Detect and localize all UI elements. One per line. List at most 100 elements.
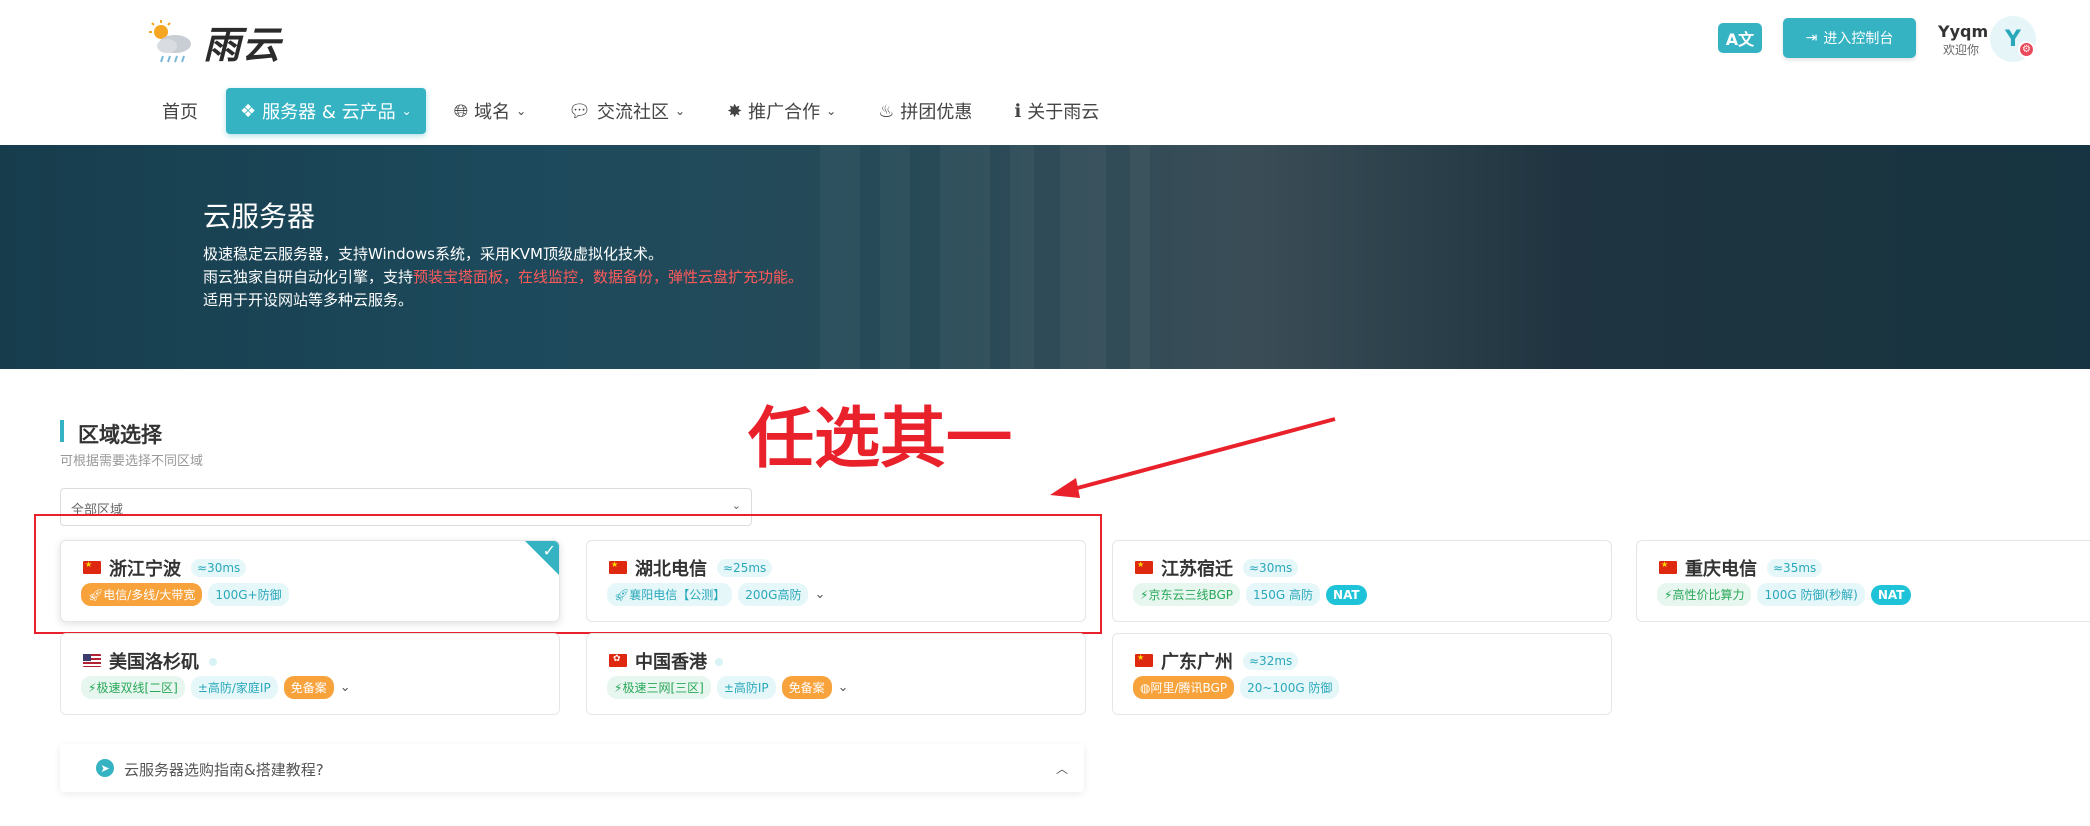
chevron-down-icon[interactable]: ⌄: [838, 680, 849, 695]
us-flag-icon: [83, 654, 101, 667]
region-card-jiangsu-suqian[interactable]: 江苏宿迁 ≈30ms ⚡︎京东云三线BGP 150G 高防 NAT: [1112, 540, 1612, 622]
banner-highlight: 预装宝塔面板，在线监控，数据备份，弹性云盘扩充功能。: [413, 268, 804, 286]
rocket-icon: 🚀︎: [88, 588, 104, 602]
ping-badge: ≈30ms: [1243, 559, 1299, 577]
banner-line-1: 极速稳定云服务器，支持Windows系统，采用KVM顶级虚拟化技术。: [203, 245, 664, 263]
tag-list: 🚀︎电信/多线/大带宽 100G+防御: [81, 583, 289, 606]
tag-text: 极速三网[三区]: [622, 681, 704, 695]
annotation-arrow: [1050, 417, 1336, 498]
language-switch-button[interactable]: A文: [1718, 23, 1762, 53]
chevron-down-icon[interactable]: ⌄: [814, 587, 825, 602]
status-dot: [209, 658, 217, 666]
nav-label: 域名: [474, 102, 511, 123]
region-name: 美国洛杉矶: [109, 652, 199, 673]
region-name: 江苏宿迁: [1161, 559, 1233, 580]
region-name: 重庆电信: [1685, 559, 1757, 580]
region-name: 广东广州: [1161, 652, 1233, 673]
banner-line-2: 雨云独家自研自动化引擎，支持预装宝塔面板，在线监控，数据备份，弹性云盘扩充功能。: [203, 266, 803, 287]
nav-item-community[interactable]: 💬︎ 交流社区 ⌄: [554, 88, 699, 134]
nav-item-group-deals[interactable]: ♨ 拼团优惠: [864, 88, 986, 134]
tag-line: ◍阿里/腾讯BGP: [1133, 676, 1235, 699]
ping-badge: ≈25ms: [717, 559, 773, 577]
tag-line: 🚀︎襄阳电信【公测】: [607, 583, 733, 606]
compass-icon: ➤: [96, 759, 114, 777]
region-card-guangdong-guangzhou[interactable]: 广东广州 ≈32ms ◍阿里/腾讯BGP 20~100G 防御: [1112, 633, 1612, 715]
settings-badge-icon: ⚙: [2018, 41, 2035, 58]
translate-icon: A文: [1725, 30, 1755, 49]
tag-list: ⚡︎极速双线[二区] ±高防/家庭IP 免备案 ⌄: [81, 676, 351, 699]
fire-icon: ♨: [878, 100, 895, 122]
user-welcome: 欢迎你: [1943, 43, 1980, 57]
tag-text: 京东云三线BGP: [1148, 588, 1233, 602]
tag-defense: 100G+防御: [208, 583, 289, 606]
nav-item-promotion[interactable]: ✸ 推广合作 ⌄: [713, 88, 850, 134]
console-label: 进入控制台: [1823, 31, 1894, 47]
china-flag-icon: [1659, 561, 1677, 574]
main-nav: 首页 ❖ 服务器 & 云产品 ⌄ 🌐︎ 域名 ⌄ 💬︎ 交流社区 ⌄ ✸ 推广合…: [148, 88, 1127, 134]
tag-list: ⚡︎京东云三线BGP 150G 高防 NAT: [1133, 583, 1367, 606]
section-title: 区域选择: [78, 423, 162, 447]
site-logo[interactable]: 雨云: [145, 14, 281, 69]
tag-text: 阿里/腾讯BGP: [1150, 681, 1228, 695]
ping-badge: ≈30ms: [191, 559, 247, 577]
region-card-chongqing-telecom[interactable]: 重庆电信 ≈35ms ⚡︎高性价比算力 100G 防御(秒解) NAT: [1636, 540, 2090, 622]
tag-nat: NAT: [1326, 584, 1367, 605]
tag-list: ⚡︎极速三网[三区] ±高防IP 免备案 ⌄: [607, 676, 849, 699]
banner-title: 云服务器: [203, 200, 316, 233]
tag-no-filing: 免备案: [781, 676, 832, 699]
guide-text: 云服务器选购指南&搭建教程?: [124, 761, 324, 779]
tag-no-filing: 免备案: [283, 676, 334, 699]
enter-console-button[interactable]: ⇥ 进入控制台: [1783, 18, 1916, 58]
banner-line-3: 适用于开设网站等多种云服务。: [203, 291, 414, 309]
logo-text: 雨云: [203, 25, 282, 67]
region-card-us-los-angeles[interactable]: 美国洛杉矶 ⚡︎极速双线[二区] ±高防/家庭IP 免备案 ⌄: [60, 633, 560, 715]
tag-text: 襄阳电信【公测】: [629, 588, 726, 602]
tag-defense: ±高防/家庭IP: [190, 676, 278, 699]
nav-item-servers[interactable]: ❖ 服务器 & 云产品 ⌄: [226, 88, 426, 134]
ping-badge: ≈32ms: [1243, 652, 1299, 670]
nav-item-about[interactable]: ℹ 关于雨云: [1000, 88, 1113, 134]
chevron-down-icon[interactable]: ⌄: [340, 680, 351, 695]
chevron-down-icon: ⌄: [401, 104, 412, 118]
nav-item-domains[interactable]: 🌐︎ 域名 ⌄: [440, 88, 540, 134]
tag-nat: NAT: [1870, 584, 1912, 605]
tag-defense: 200G高防: [738, 583, 809, 606]
handshake-icon: ✸: [727, 100, 743, 122]
chevron-down-icon: ⌄: [516, 104, 527, 118]
hk-flag-icon: [609, 653, 627, 667]
region-name: 中国香港: [635, 652, 707, 673]
region-card-hong-kong[interactable]: 中国香港 ⚡︎极速三网[三区] ±高防IP 免备案 ⌄: [586, 633, 1086, 715]
chevron-down-icon: ⌄: [826, 104, 837, 118]
globe-icon: 🌐︎: [453, 100, 469, 122]
chevron-down-icon: ⌄: [731, 499, 741, 512]
chevron-down-icon: ⌄: [675, 104, 686, 118]
tag-list: 🚀︎襄阳电信【公测】 200G高防 ⌄: [607, 583, 825, 606]
comment-icon: 💬︎: [568, 100, 592, 122]
ping-badge: ≈35ms: [1767, 559, 1823, 577]
tag-text: 电信/多线/大带宽: [103, 588, 196, 602]
region-name: 浙江宁波: [109, 559, 181, 580]
section-subtitle: 可根据需要选择不同区域: [60, 454, 204, 469]
cloud-sun-logo-icon: [149, 19, 191, 62]
status-dot: [715, 658, 723, 666]
tag-line: ⚡︎京东云三线BGP: [1133, 583, 1240, 606]
check-icon: ✓: [542, 541, 556, 560]
tag-text: 极速双线[二区]: [96, 681, 178, 695]
region-name: 湖北电信: [635, 559, 707, 580]
nav-label: 交流社区: [597, 102, 670, 123]
china-flag-icon: [83, 561, 101, 574]
globe-icon: ◍: [1140, 681, 1151, 695]
server-guide-accordion[interactable]: ➤ 云服务器选购指南&搭建教程? ︿: [60, 744, 1084, 792]
nav-item-home[interactable]: 首页: [148, 88, 212, 134]
user-name[interactable]: Yyqm: [1938, 22, 1988, 41]
tag-line: ⚡︎极速三网[三区]: [607, 676, 711, 699]
info-icon: ℹ: [1014, 100, 1022, 122]
hero-banner: 云服务器 极速稳定云服务器，支持Windows系统，采用KVM顶级虚拟化技术。 …: [0, 145, 2090, 369]
region-card-zhejiang-ningbo[interactable]: 浙江宁波 ≈30ms 🚀︎电信/多线/大带宽 100G+防御 ✓: [60, 540, 560, 622]
nav-label: 推广合作: [748, 102, 821, 123]
tag-line: ⚡︎高性价比算力: [1657, 583, 1752, 606]
sign-in-icon: ⇥: [1805, 30, 1818, 46]
chevron-up-icon[interactable]: ︿: [1056, 760, 1068, 777]
region-card-hubei-telecom[interactable]: 湖北电信 ≈25ms 🚀︎襄阳电信【公测】 200G高防 ⌄: [586, 540, 1086, 622]
section-accent-bar: [60, 420, 64, 442]
